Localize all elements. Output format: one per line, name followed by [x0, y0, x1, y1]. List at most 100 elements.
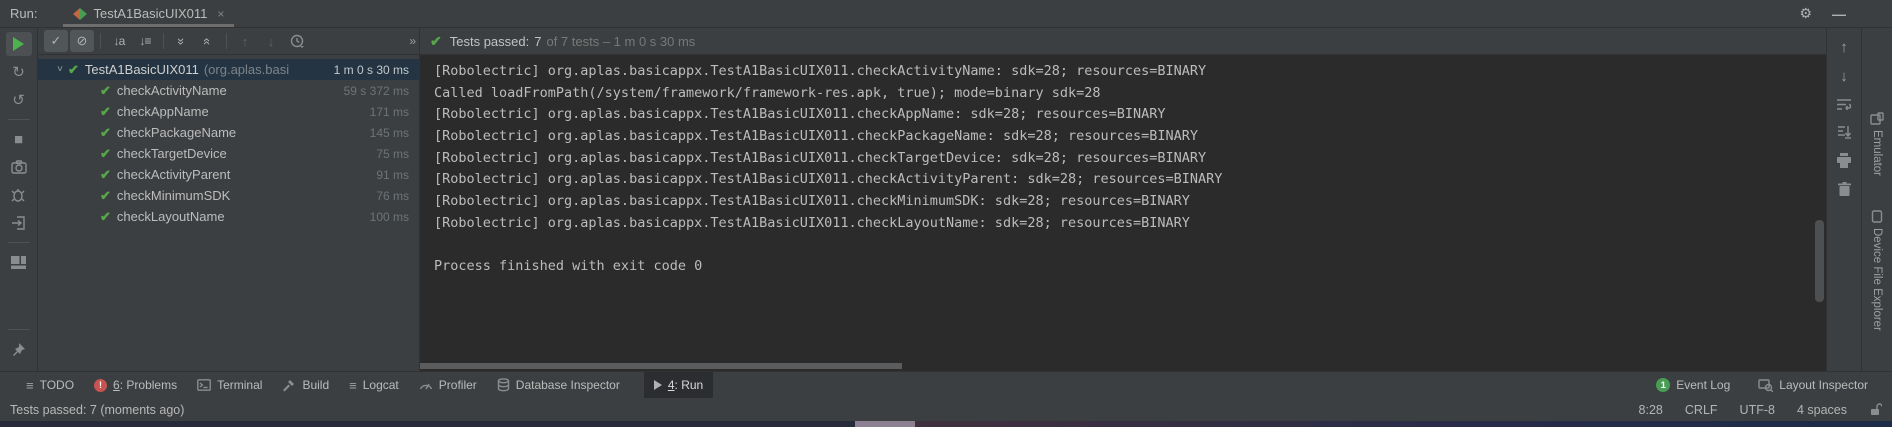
horizontal-scrollbar[interactable] [420, 363, 902, 369]
console-lines: [Robolectric] org.aplas.basicappx.TestA1… [420, 55, 1826, 280]
stop-button[interactable]: ■ [6, 127, 32, 151]
print-icon[interactable] [1836, 153, 1852, 168]
pin-icon [11, 342, 26, 357]
toolbar-separator [8, 329, 30, 330]
test-row[interactable]: ✔ checkTargetDevice 75 ms [38, 143, 419, 164]
sort-alphabetically-button[interactable]: ↓a [107, 30, 131, 52]
console-toolbar: ↑ ↓ [1826, 28, 1862, 371]
next-occurrence-button[interactable]: ↓ [259, 30, 283, 52]
strip-segment [0, 421, 855, 427]
console-output[interactable]: [Robolectric] org.aplas.basicappx.TestA1… [420, 55, 1826, 371]
hammer-icon [282, 379, 296, 392]
layout-settings-button[interactable] [6, 250, 32, 274]
tool-tab-event-log[interactable]: 1 Event Log [1646, 378, 1740, 392]
test-duration: 91 ms [376, 168, 419, 182]
console-line: [Robolectric] org.aplas.basicappx.TestA1… [434, 150, 1826, 172]
unlock-icon[interactable] [1869, 403, 1882, 416]
test-row[interactable]: ✔ checkLayoutName 100 ms [38, 206, 419, 227]
test-duration: 59 s 372 ms [344, 84, 419, 98]
screen-bottom-strip [0, 421, 1892, 427]
encoding-indicator[interactable]: UTF-8 [1740, 403, 1775, 417]
stop-icon: ■ [14, 132, 23, 147]
summary-detail: of 7 tests – 1 m 0 s 30 ms [546, 34, 695, 49]
test-passed-icon: ✔ [100, 209, 111, 225]
expand-all-button[interactable]: » [170, 30, 194, 52]
stripe-button-emulator[interactable]: Emulator [1870, 112, 1884, 176]
rerun-button[interactable] [6, 32, 32, 56]
strip-segment [915, 421, 1892, 427]
soft-wrap-icon[interactable] [1836, 98, 1852, 111]
test-name: checkTargetDevice [117, 146, 227, 161]
scroll-up-icon[interactable]: ↑ [1840, 40, 1848, 55]
tool-tab-terminal[interactable]: Terminal [187, 372, 272, 398]
tool-tab-problems[interactable]: ! 6: Problems [84, 372, 187, 398]
suite-name: TestA1BasicUIX011 [85, 62, 199, 77]
test-row[interactable]: ✔ checkPackageName 145 ms [38, 122, 419, 143]
indent-indicator[interactable]: 4 spaces [1797, 403, 1847, 417]
console-line: [Robolectric] org.aplas.basicappx.TestA1… [434, 106, 1826, 128]
toolbar-separator [226, 33, 227, 49]
scroll-down-icon[interactable]: ↓ [1840, 69, 1848, 84]
caret-position[interactable]: 8:28 [1639, 403, 1663, 417]
show-passed-toggle[interactable]: ✓ [44, 30, 68, 52]
tool-tab-profiler[interactable]: Profiler [409, 372, 487, 398]
auto-test-icon: ↺ [12, 93, 25, 108]
test-passed-icon: ✔ [100, 146, 111, 162]
tool-tab-label: Build [302, 378, 329, 392]
chevron-down-icon[interactable]: ˅ [52, 64, 68, 75]
screenshot-button[interactable] [6, 155, 32, 179]
show-ignored-toggle[interactable]: ⊘ [70, 30, 94, 52]
test-row[interactable]: ✔ checkActivityParent 91 ms [38, 164, 419, 185]
database-icon [497, 378, 510, 392]
event-log-badge: 1 [1656, 378, 1670, 392]
scroll-to-end-icon[interactable] [1837, 125, 1852, 139]
test-duration: 171 ms [370, 105, 419, 119]
test-tree: ˅ ✔ TestA1BasicUIX011 (org.aplas.basi 1 … [38, 55, 419, 371]
close-icon[interactable]: × [217, 7, 224, 21]
rerun-failed-icon: ↻ [12, 65, 25, 80]
status-bar: Tests passed: 7 (moments ago) 8:28 CRLF … [0, 398, 1892, 421]
test-name: checkPackageName [117, 125, 236, 140]
up-arrow-icon: ↑ [242, 34, 249, 49]
toolbar-separator [100, 33, 101, 49]
pin-tab-button[interactable] [6, 337, 32, 361]
run-config-tab[interactable]: TestA1BasicUIX011 × [63, 0, 234, 27]
tool-tab-label: Database Inspector [516, 378, 620, 392]
toggle-auto-test-button[interactable]: ↺ [6, 88, 32, 112]
test-name: checkAppName [117, 104, 209, 119]
console-line: [Robolectric] org.aplas.basicappx.TestA1… [434, 215, 1826, 237]
tool-tab-database-inspector[interactable]: Database Inspector [487, 372, 630, 398]
toolbar-overflow-icon[interactable]: » [409, 34, 415, 48]
profiler-gauge-icon [419, 379, 433, 391]
clear-console-icon[interactable] [1838, 182, 1851, 197]
test-row[interactable]: ✔ checkAppName 171 ms [38, 101, 419, 122]
previous-occurrence-button[interactable]: ↑ [233, 30, 257, 52]
attach-debugger-button[interactable] [6, 183, 32, 207]
tool-tab-layout-inspector[interactable]: Layout Inspector [1748, 378, 1878, 392]
sort-by-duration-button[interactable]: ↓≡ [133, 30, 157, 52]
restore-layout-button[interactable] [6, 211, 32, 235]
vertical-scrollbar[interactable] [1815, 220, 1824, 302]
test-row[interactable]: ✔ checkMinimumSDK 76 ms [38, 185, 419, 206]
stripe-label: Device File Explorer [1871, 228, 1883, 331]
console-line: [Robolectric] org.aplas.basicappx.TestA1… [434, 128, 1826, 150]
test-row[interactable]: ✔ checkActivityName 59 s 372 ms [38, 80, 419, 101]
console-line: Process finished with exit code 0 [434, 258, 1826, 280]
minimize-icon[interactable]: — [1832, 6, 1846, 22]
todo-icon: ≡ [26, 379, 34, 392]
debug-attach-icon [11, 188, 27, 203]
stripe-button-device-file-explorer[interactable]: Device File Explorer [1871, 210, 1883, 331]
gear-icon[interactable]: ⚙ [1799, 5, 1812, 22]
problems-badge: ! [94, 379, 107, 392]
tool-tab-label: Logcat [363, 378, 399, 392]
tool-tab-build[interactable]: Build [272, 372, 339, 398]
collapse-all-button[interactable]: « [196, 30, 220, 52]
test-suite-row[interactable]: ˅ ✔ TestA1BasicUIX011 (org.aplas.basi 1 … [38, 59, 419, 80]
tool-tab-logcat[interactable]: ≡ Logcat [339, 372, 409, 398]
tool-tab-run[interactable]: 4: Run [644, 372, 713, 398]
tool-tab-todo[interactable]: ≡ TODO [16, 372, 84, 398]
line-ending-indicator[interactable]: CRLF [1685, 403, 1718, 417]
rerun-failed-tests-button[interactable]: ↻ [6, 60, 32, 84]
sort-duration-icon: ↓≡ [139, 34, 150, 48]
test-history-button[interactable] [285, 30, 309, 52]
